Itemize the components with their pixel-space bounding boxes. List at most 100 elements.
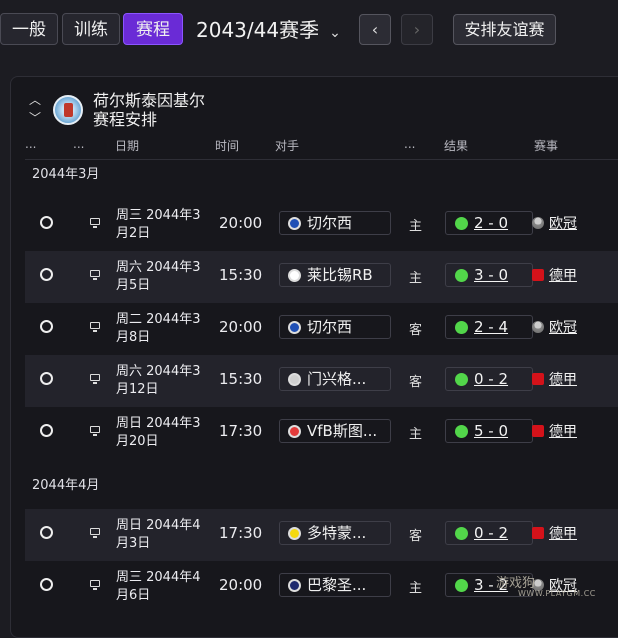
col-header-date[interactable]: 日期 [115, 137, 139, 154]
team-badge-icon [288, 425, 301, 438]
win-dot-icon [455, 425, 468, 438]
win-dot-icon [455, 527, 468, 540]
competition-name: 欧冠 [549, 320, 577, 336]
table-row[interactable]: 周六 2044年3月12日 15:30 门兴格... 客 0 - 2 德甲 [25, 355, 618, 407]
match-time: 20:00 [219, 576, 263, 594]
collapse-toggle[interactable]: ︿ ﹀ [29, 91, 41, 127]
opponent-name: 多特蒙... [307, 524, 367, 542]
team-badge-icon [288, 269, 301, 282]
table-row[interactable]: 周六 2044年3月5日 15:30 莱比锡RB 主 3 - 0 德甲 [25, 251, 618, 303]
header-divider [25, 159, 618, 160]
match-date: 周三 2044年3月2日 [116, 208, 201, 241]
tab-training[interactable]: 训练 [62, 13, 120, 45]
result-link[interactable]: 0 - 2 [445, 521, 533, 545]
col-header-opponent[interactable]: 对手 [275, 137, 299, 154]
competition-link[interactable]: 德甲 [532, 421, 577, 441]
table-row[interactable]: 周三 2044年3月2日 20:00 切尔西 主 2 - 0 欧冠 [25, 199, 618, 251]
status-circle-icon[interactable] [40, 372, 53, 385]
table-row[interactable]: 周日 2044年3月20日 17:30 VfB斯图... 主 5 - 0 德甲 [25, 407, 618, 459]
col-header-2[interactable]: ... [73, 137, 84, 151]
bundesliga-icon [532, 527, 544, 539]
result-score: 5 - 0 [474, 422, 509, 440]
match-time: 17:30 [219, 524, 263, 542]
team-badge-icon [288, 321, 301, 334]
competition-link[interactable]: 欧冠 [532, 317, 577, 337]
prev-button[interactable]: ‹ [359, 14, 391, 45]
tv-icon [90, 322, 100, 332]
panel-title: 赛程安排 [93, 110, 158, 129]
opponent-name: VfB斯图... [307, 422, 378, 440]
win-dot-icon [455, 217, 468, 230]
result-link[interactable]: 2 - 0 [445, 211, 533, 235]
result-link[interactable]: 2 - 4 [445, 315, 533, 339]
match-date: 周三 2044年4月6日 [116, 570, 201, 603]
competition-name: 德甲 [549, 526, 577, 542]
tab-schedule[interactable]: 赛程 [123, 13, 183, 45]
status-circle-icon[interactable] [40, 578, 53, 591]
venue: 主 [409, 581, 423, 596]
result-score: 3 - 0 [474, 266, 509, 284]
champions-league-icon [532, 217, 544, 229]
season-selector[interactable]: 2043/44赛季 ⌄ [196, 14, 341, 43]
venue: 主 [409, 427, 423, 442]
table-row[interactable]: 周日 2044年4月3日 17:30 多特蒙... 客 0 - 2 德甲 [25, 509, 618, 561]
bundesliga-icon [532, 373, 544, 385]
status-circle-icon[interactable] [40, 424, 53, 437]
schedule-panel: ︿ ﹀ 荷尔斯泰因基尔 赛程安排 ... ... 日期 时间 对手 ... 结果… [10, 76, 618, 638]
month-header: 2044年4月 [32, 478, 100, 493]
opponent-link[interactable]: 多特蒙... [279, 521, 391, 545]
result-link[interactable]: 5 - 0 [445, 419, 533, 443]
watermark: 游戏狗 WWW.PLAYGM.CC [496, 572, 596, 598]
chevron-up-icon: ︿ [29, 93, 42, 107]
competition-link[interactable]: 德甲 [532, 369, 577, 389]
panel-header: ︿ ﹀ 荷尔斯泰因基尔 赛程安排 [11, 77, 618, 133]
col-header-1[interactable]: ... [25, 137, 36, 151]
status-circle-icon[interactable] [40, 268, 53, 281]
tv-icon [90, 426, 100, 436]
win-dot-icon [455, 321, 468, 334]
status-circle-icon[interactable] [40, 320, 53, 333]
opponent-link[interactable]: 切尔西 [279, 315, 391, 339]
table-row[interactable]: 周二 2044年3月8日 20:00 切尔西 客 2 - 4 欧冠 [25, 303, 618, 355]
chevron-left-icon: ‹ [371, 20, 379, 39]
match-date: 周日 2044年3月20日 [116, 416, 201, 449]
result-score: 0 - 2 [474, 524, 509, 542]
tv-icon [90, 374, 100, 384]
competition-name: 德甲 [549, 268, 577, 284]
competition-link[interactable]: 德甲 [532, 265, 577, 285]
result-link[interactable]: 0 - 2 [445, 367, 533, 391]
team-badge-icon [288, 579, 301, 592]
result-score: 2 - 4 [474, 318, 509, 336]
col-header-6[interactable]: ... [404, 137, 415, 151]
chevron-down-icon: ﹀ [29, 111, 42, 125]
champions-league-icon [532, 321, 544, 333]
win-dot-icon [455, 269, 468, 282]
next-button[interactable]: › [401, 14, 433, 45]
opponent-name: 莱比锡RB [307, 266, 373, 284]
bundesliga-icon [532, 269, 544, 281]
competition-name: 德甲 [549, 424, 577, 440]
status-circle-icon[interactable] [40, 526, 53, 539]
team-badge-icon [288, 527, 301, 540]
schedule-friendly-button[interactable]: 安排友谊赛 [453, 14, 556, 45]
opponent-link[interactable]: 切尔西 [279, 211, 391, 235]
col-header-result[interactable]: 结果 [444, 137, 468, 154]
tv-icon [90, 528, 100, 538]
result-link[interactable]: 3 - 0 [445, 263, 533, 287]
club-crest-icon [53, 95, 83, 125]
opponent-link[interactable]: 莱比锡RB [279, 263, 391, 287]
col-header-competition[interactable]: 赛事 [534, 137, 558, 154]
status-circle-icon[interactable] [40, 216, 53, 229]
opponent-link[interactable]: 巴黎圣... [279, 573, 391, 597]
competition-link[interactable]: 欧冠 [532, 213, 577, 233]
opponent-link[interactable]: 门兴格... [279, 367, 391, 391]
col-header-time[interactable]: 时间 [215, 137, 239, 154]
venue: 客 [409, 375, 423, 390]
tab-general[interactable]: 一般 [0, 13, 58, 45]
competition-link[interactable]: 德甲 [532, 523, 577, 543]
match-date: 周六 2044年3月12日 [116, 364, 201, 397]
result-score: 2 - 0 [474, 214, 509, 232]
opponent-link[interactable]: VfB斯图... [279, 419, 391, 443]
team-badge-icon [288, 373, 301, 386]
venue: 主 [409, 271, 423, 286]
